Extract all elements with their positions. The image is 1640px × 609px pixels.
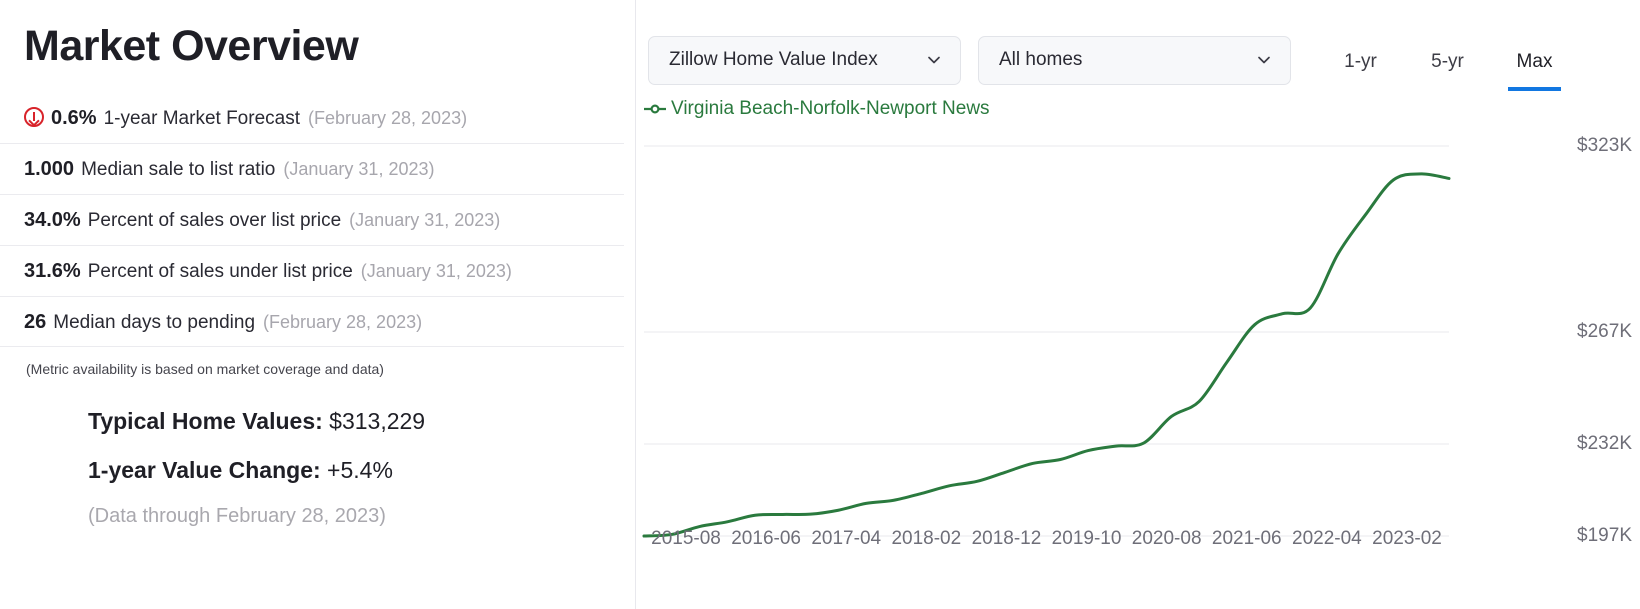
chevron-down-icon [926, 52, 942, 68]
data-through-note: (Data through February 28, 2023) [88, 504, 386, 527]
metric-value: 31.6% [24, 259, 81, 282]
metric-value: 26 [24, 310, 47, 333]
home-value-line-chart [642, 145, 1451, 538]
metric-date: (February 28, 2023) [308, 108, 468, 129]
y-axis-tick-label: $197K [1577, 525, 1632, 546]
tab-1-yr[interactable]: 1-yr [1334, 52, 1387, 91]
chart-series-line [642, 172, 1451, 538]
summary-block: Typical Home Values: $313,229 1-year Val… [0, 407, 636, 528]
down-arrow-circle-icon [24, 107, 44, 128]
metric-date: (January 31, 2023) [360, 260, 512, 281]
metric-row: 31.6% Percent of sales under list price … [0, 246, 624, 297]
metric-value: 1.000 [24, 158, 75, 181]
metric-label: Percent of sales under list price [87, 260, 353, 282]
typical-home-values-line: Typical Home Values: $313,229 [88, 407, 636, 436]
metric-date: (February 28, 2023) [263, 311, 423, 332]
x-axis-tick-label: 2023-02 [1372, 528, 1442, 549]
legend-label: Virginia Beach-Norfolk-Newport News [671, 98, 990, 119]
market-overview-panel: Market Overview 0.6% 1-year Market Forec… [0, 0, 636, 609]
metric-value: 34.0% [24, 209, 81, 232]
y-axis-tick-label: $267K [1577, 321, 1632, 342]
time-range-tabs: 1-yr 5-yr Max [1317, 29, 1578, 91]
metric-dropdown[interactable]: Zillow Home Value Index [648, 35, 961, 85]
tab-max[interactable]: Max [1508, 52, 1561, 91]
home-type-dropdown[interactable]: All homes [978, 35, 1291, 85]
metric-date: (January 31, 2023) [349, 210, 501, 231]
typical-home-values-value: $313,229 [329, 408, 426, 435]
x-axis-tick-label: 2016-06 [731, 528, 801, 549]
metric-row: 34.0% Percent of sales over list price (… [0, 195, 624, 246]
market-overview-page: Market Overview 0.6% 1-year Market Forec… [0, 0, 1640, 609]
chart-controls: Zillow Home Value Index All homes 1-yr 5… [636, 0, 1640, 92]
home-type-dropdown-value: All homes [999, 49, 1083, 70]
metric-label: Percent of sales over list price [87, 210, 342, 232]
legend-line-marker-icon [644, 103, 666, 115]
x-axis-tick-label: 2018-12 [971, 528, 1042, 549]
chart-plot-area: $323K $267K $232K $197K 2015-08 2016-06 2017-… [636, 130, 1640, 555]
chart-panel: Zillow Home Value Index All homes 1-yr 5… [636, 0, 1640, 609]
one-year-value-change-value: +5.4% [327, 457, 393, 484]
tab-5-yr[interactable]: 5-yr [1421, 52, 1474, 91]
x-axis-tick-label: 2019-10 [1051, 528, 1122, 549]
chart-legend[interactable]: Virginia Beach-Norfolk-Newport News [644, 98, 1640, 120]
one-year-value-change-line: 1-year Value Change: +5.4% [88, 456, 636, 485]
x-axis-tick-label: 2017-04 [811, 528, 882, 549]
metric-label: Median days to pending [53, 311, 256, 333]
typical-home-values-label: Typical Home Values: [88, 408, 323, 435]
metric-row: 1.000 Median sale to list ratio (January… [0, 144, 624, 196]
page-title: Market Overview [24, 22, 359, 70]
metric-dropdown-value: Zillow Home Value Index [669, 49, 878, 70]
metric-row: 0.6% 1-year Market Forecast (February 28… [0, 91, 624, 145]
x-axis-tick-label: 2020-08 [1131, 528, 1202, 549]
x-axis-tick-label: 2022-04 [1292, 528, 1362, 549]
metric-list: 0.6% 1-year Market Forecast (February 28… [0, 91, 624, 348]
metric-label: Median sale to list ratio [81, 159, 276, 181]
chevron-down-icon [1256, 52, 1272, 68]
one-year-value-change-label: 1-year Value Change: [88, 457, 321, 484]
x-axis-tick-label: 2018-02 [891, 528, 962, 549]
x-axis-tick-label: 2021-06 [1211, 528, 1282, 549]
y-axis-tick-label: $232K [1577, 433, 1632, 454]
metric-row: 26 Median days to pending (February 28, … [0, 297, 624, 348]
chart-gridlines [644, 145, 1449, 537]
y-axis-tick-label: $323K [1577, 135, 1632, 156]
availability-note: (Metric availability is based on market … [26, 361, 384, 378]
metric-label: 1-year Market Forecast [103, 108, 300, 130]
metric-value: 0.6% [51, 107, 97, 130]
metric-date: (January 31, 2023) [283, 159, 435, 180]
x-axis-tick-label: 2015-08 [651, 528, 721, 549]
